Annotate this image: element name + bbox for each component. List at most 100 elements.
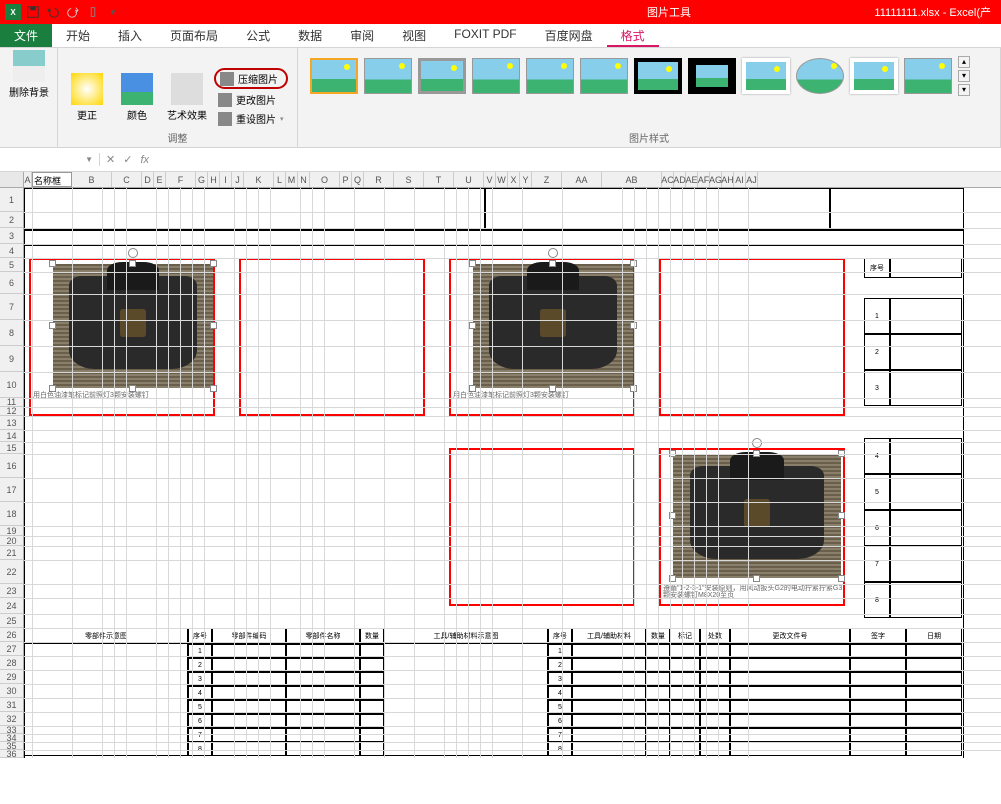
touch-icon[interactable]	[84, 3, 102, 21]
row-5[interactable]: 5	[0, 258, 24, 272]
row-15[interactable]: 15	[0, 442, 24, 454]
rotate-handle-icon[interactable]	[128, 248, 138, 258]
name-box[interactable]: ▼	[0, 153, 100, 166]
col-AG[interactable]: AG	[710, 172, 722, 187]
excel-icon[interactable]: X	[4, 3, 22, 21]
col-X[interactable]: X	[508, 172, 520, 187]
row-18[interactable]: 18	[0, 502, 24, 526]
qat-dropdown-icon[interactable]: ▼	[104, 3, 122, 21]
row-22[interactable]: 22	[0, 560, 24, 584]
col-C[interactable]: C	[112, 172, 142, 187]
select-all-corner[interactable]	[0, 172, 24, 187]
row-2[interactable]: 2	[0, 212, 24, 228]
row-21[interactable]: 21	[0, 546, 24, 560]
rotate-handle-icon[interactable]	[548, 248, 558, 258]
col-W[interactable]: W	[496, 172, 508, 187]
col-D[interactable]: D	[142, 172, 154, 187]
col-Y[interactable]: Y	[520, 172, 532, 187]
tab-baidu[interactable]: 百度网盘	[531, 24, 607, 47]
row-14[interactable]: 14	[0, 430, 24, 442]
row-10[interactable]: 10	[0, 372, 24, 398]
col-AD[interactable]: AD	[674, 172, 686, 187]
remove-background-button[interactable]: 删除背景	[6, 50, 52, 99]
style-thumb-1[interactable]	[310, 58, 358, 94]
tab-foxit[interactable]: FOXIT PDF	[440, 24, 530, 47]
row-13[interactable]: 13	[0, 416, 24, 430]
col-AB[interactable]: AB	[602, 172, 662, 187]
row-7[interactable]: 7	[0, 294, 24, 320]
col-I[interactable]: I	[220, 172, 232, 187]
style-thumb-12[interactable]	[904, 58, 952, 94]
fx-icon[interactable]: fx	[140, 154, 149, 166]
reset-picture-button[interactable]: 重设图片▾	[214, 110, 288, 127]
row-1[interactable]: 1	[0, 188, 24, 212]
row-29[interactable]: 29	[0, 670, 24, 684]
row-28[interactable]: 28	[0, 656, 24, 670]
col-AC[interactable]: AC	[662, 172, 674, 187]
style-thumb-6[interactable]	[580, 58, 628, 94]
col-B[interactable]: B	[72, 172, 112, 187]
style-thumb-11[interactable]	[850, 58, 898, 94]
name-box-inline[interactable]: 名称框	[32, 172, 72, 187]
row-12[interactable]: 12	[0, 407, 24, 416]
tab-review[interactable]: 审阅	[336, 24, 388, 47]
enter-icon[interactable]: ✓	[123, 153, 132, 166]
row-31[interactable]: 31	[0, 698, 24, 712]
row-27[interactable]: 27	[0, 642, 24, 656]
tab-insert[interactable]: 插入	[104, 24, 156, 47]
cancel-icon[interactable]: ✕	[106, 153, 115, 166]
style-thumb-7[interactable]	[634, 58, 682, 94]
col-AJ[interactable]: AJ	[746, 172, 758, 187]
col-Z[interactable]: Z	[532, 172, 562, 187]
col-T[interactable]: T	[424, 172, 454, 187]
tab-format[interactable]: 格式	[607, 24, 659, 47]
col-J[interactable]: J	[232, 172, 244, 187]
tab-formula[interactable]: 公式	[232, 24, 284, 47]
undo-icon[interactable]	[44, 3, 62, 21]
row-25[interactable]: 25	[0, 614, 24, 628]
grid[interactable]: 用白色油漆笔标记前照灯3颗安装螺钉 用白色油漆笔标记前照灯3颗安装螺钉	[24, 188, 1001, 758]
tab-view[interactable]: 视图	[388, 24, 440, 47]
style-thumb-5[interactable]	[526, 58, 574, 94]
col-A[interactable]: A	[24, 172, 32, 187]
row-9[interactable]: 9	[0, 346, 24, 372]
row-16[interactable]: 16	[0, 454, 24, 478]
row-6[interactable]: 6	[0, 272, 24, 294]
style-thumb-10[interactable]	[796, 58, 844, 94]
col-AH[interactable]: AH	[722, 172, 734, 187]
col-AE[interactable]: AE	[686, 172, 698, 187]
col-V[interactable]: V	[484, 172, 496, 187]
tab-layout[interactable]: 页面布局	[156, 24, 232, 47]
row-24[interactable]: 24	[0, 598, 24, 614]
col-O[interactable]: O	[310, 172, 340, 187]
row-3[interactable]: 3	[0, 228, 24, 244]
picture-styles-gallery[interactable]: ▴ ▾ ▾	[304, 50, 994, 102]
col-M[interactable]: M	[286, 172, 298, 187]
col-AA[interactable]: AA	[562, 172, 602, 187]
col-K[interactable]: K	[244, 172, 274, 187]
style-thumb-2[interactable]	[364, 58, 412, 94]
col-S[interactable]: S	[394, 172, 424, 187]
style-thumb-9[interactable]	[742, 58, 790, 94]
row-4[interactable]: 4	[0, 244, 24, 258]
row-36[interactable]: 36	[0, 750, 24, 758]
col-P[interactable]: P	[340, 172, 352, 187]
gallery-scroll[interactable]: ▴ ▾ ▾	[958, 56, 970, 96]
col-R[interactable]: R	[364, 172, 394, 187]
tab-home[interactable]: 开始	[52, 24, 104, 47]
compress-pictures-button[interactable]: 压缩图片	[214, 68, 288, 89]
tab-file[interactable]: 文件	[0, 24, 52, 47]
style-thumb-4[interactable]	[472, 58, 520, 94]
save-icon[interactable]	[24, 3, 42, 21]
redo-icon[interactable]	[64, 3, 82, 21]
row-20[interactable]: 20	[0, 536, 24, 546]
col-L[interactable]: L	[274, 172, 286, 187]
row-17[interactable]: 17	[0, 478, 24, 502]
col-N[interactable]: N	[298, 172, 310, 187]
rotate-handle-icon[interactable]	[752, 438, 762, 448]
row-26[interactable]: 26	[0, 628, 24, 642]
col-U[interactable]: U	[454, 172, 484, 187]
col-E[interactable]: E	[154, 172, 166, 187]
tab-data[interactable]: 数据	[284, 24, 336, 47]
col-H[interactable]: H	[208, 172, 220, 187]
